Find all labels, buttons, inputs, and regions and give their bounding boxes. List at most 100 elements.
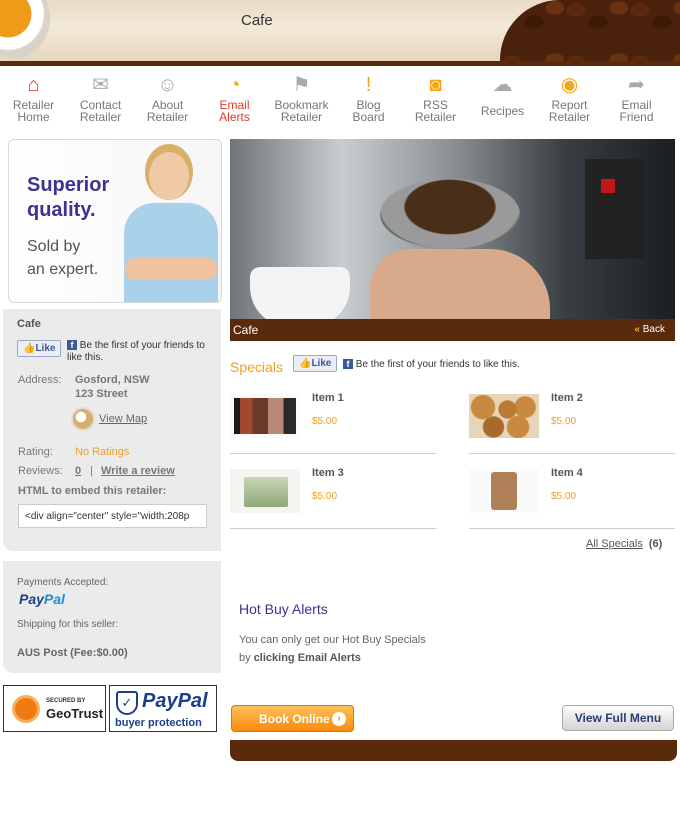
view-map-text[interactable]: View Map [99,413,147,425]
view-full-menu-button[interactable]: View Full Menu [562,705,674,731]
retailer-nav: ⌂ Retailer Home ✉ Contact Retailer ☺ Abo… [0,71,680,131]
report-icon: ◉ [560,74,579,96]
item-name[interactable]: Item 2 [551,392,583,404]
people-icon: ☺ [157,74,178,96]
nav-recipes[interactable]: ☁ Recipes [469,71,536,131]
special-item[interactable]: Item 4 $5.00 [469,463,675,529]
facebook-icon: f [67,340,77,351]
map-globe-icon [71,407,95,431]
special-item[interactable]: Item 1 $5.00 [230,388,436,454]
nav-label: Retailer [414,110,457,124]
geotrust-caption: SECURED BY [46,698,86,704]
hero-caption: Cafe [233,323,259,337]
chat-icon: ✉ [92,74,109,96]
paypal-buyer-protection-badge[interactable]: ✓ PayPal buyer protection [109,685,217,732]
nav-label: Retailer [548,110,591,124]
nav-label: Board [352,110,385,124]
book-online-button[interactable]: Book Online › [231,705,354,732]
bookmark-icon: ⚑ [292,74,311,96]
special-item[interactable]: Item 2 $5.00 [469,388,675,454]
email-friend-icon: ➦ [628,74,645,96]
home-icon: ⌂ [27,74,40,96]
facebook-like-row: 👍Like f Be the first of your friends to … [17,340,217,363]
nav-label: Alerts [219,110,250,124]
facebook-icon: f [343,359,353,370]
nav-label: Retailer [146,110,189,124]
nav-label: Friend [619,110,654,124]
expert-photo [119,148,221,302]
nav-about-retailer[interactable]: ☺ About Retailer [134,71,201,131]
nav-email-alerts[interactable]: ◔ Email Alerts [201,71,268,131]
item-thumbnail[interactable] [230,394,300,438]
coffee-cup-image [0,0,50,58]
item-price: $5.00 [551,491,577,502]
all-specials-count: (6) [648,538,663,550]
facebook-like-button[interactable]: 👍Like [17,340,62,357]
nav-label: Retailer [79,110,122,124]
write-review-link[interactable]: Write a review [101,465,175,477]
item-price: $5.00 [312,491,338,502]
header-banner: Cafe [0,0,680,66]
item-name[interactable]: Item 3 [312,467,344,479]
blog-icon: ! [365,74,372,96]
facebook-like-text: f Be the first of your friends to like t… [67,340,205,363]
item-thumbnail[interactable] [469,394,539,438]
embed-label: HTML to embed this retailer: [18,485,167,497]
item-thumbnail[interactable] [469,469,539,513]
shipping-value: AUS Post (Fee:$0.00) [17,647,128,659]
nav-contact-retailer[interactable]: ✉ Contact Retailer [67,71,134,131]
book-online-label: Book Online [259,712,330,726]
specials-like-text: f Be the first of your friends to like t… [343,359,520,370]
chef-hat-icon: ☁ [492,74,513,96]
shipping-label: Shipping for this seller: [17,619,119,630]
rss-icon: ◙ [429,74,442,96]
address-line1: Gosford, NSW [75,374,150,386]
paypal-badge-name: PayPal [142,690,208,712]
nav-email-friend[interactable]: ➦ Email Friend [603,71,670,131]
page-title: Cafe [241,12,273,29]
geotrust-name: GeoTrust [46,706,104,721]
nav-retailer-home[interactable]: ⌂ Retailer Home [0,71,67,131]
back-arrows-icon: « [634,324,640,335]
hot-buy-title: Hot Buy Alerts [239,601,328,617]
payments-panel: Payments Accepted: PayPal Shipping for t… [3,561,221,673]
reviews-separator: | [90,465,93,477]
paypal-logo: PayPal [19,591,65,607]
item-price: $5.00 [551,416,577,427]
item-name[interactable]: Item 1 [312,392,344,404]
all-specials-link[interactable]: All Specials [586,538,643,550]
address-line2: 123 Street [75,388,128,400]
specials-like-button[interactable]: 👍Like [293,355,338,372]
nav-label: Recipes [480,104,525,118]
arrow-right-icon: › [332,712,346,726]
special-item[interactable]: Item 3 $5.00 [230,463,436,529]
nav-bookmark-retailer[interactable]: ⚑ Bookmark Retailer [268,71,335,131]
nav-rss-retailer[interactable]: ◙ RSS Retailer [402,71,469,131]
retailer-name: Cafe [17,318,41,330]
specials-header: Specials 👍Like f Be the first of your fr… [230,355,675,379]
nav-label: Home [17,110,50,124]
reviews-label: Reviews: [18,465,63,477]
payments-accepted-label: Payments Accepted: [17,577,109,588]
nav-blog-board[interactable]: ! Blog Board [335,71,402,131]
embed-code-field[interactable] [18,504,207,528]
nav-report-retailer[interactable]: ◉ Report Retailer [536,71,603,131]
shield-check-icon: ✓ [116,691,138,715]
footer-bar [230,740,677,761]
paypal-badge-sub: buyer protection [115,717,202,729]
promo-headline: Superior quality. [27,174,110,221]
promo-subtext: Sold by an expert. [27,238,99,278]
geotrust-seal-icon [12,695,40,723]
all-specials: All Specials (6) [586,538,662,550]
view-map-link[interactable]: View Map [71,407,147,431]
address-label: Address: [18,374,62,386]
item-thumbnail[interactable] [230,469,300,513]
coffee-beans-image [500,0,680,61]
reviews-count-link[interactable]: 0 [75,465,81,477]
geotrust-badge[interactable]: SECURED BY GeoTrust [3,685,106,732]
back-link[interactable]: « Back [634,324,665,335]
item-name[interactable]: Item 4 [551,467,583,479]
specials-title: Specials [230,359,283,375]
item-price: $5.00 [312,416,338,427]
rating-value: No Ratings [75,446,130,458]
